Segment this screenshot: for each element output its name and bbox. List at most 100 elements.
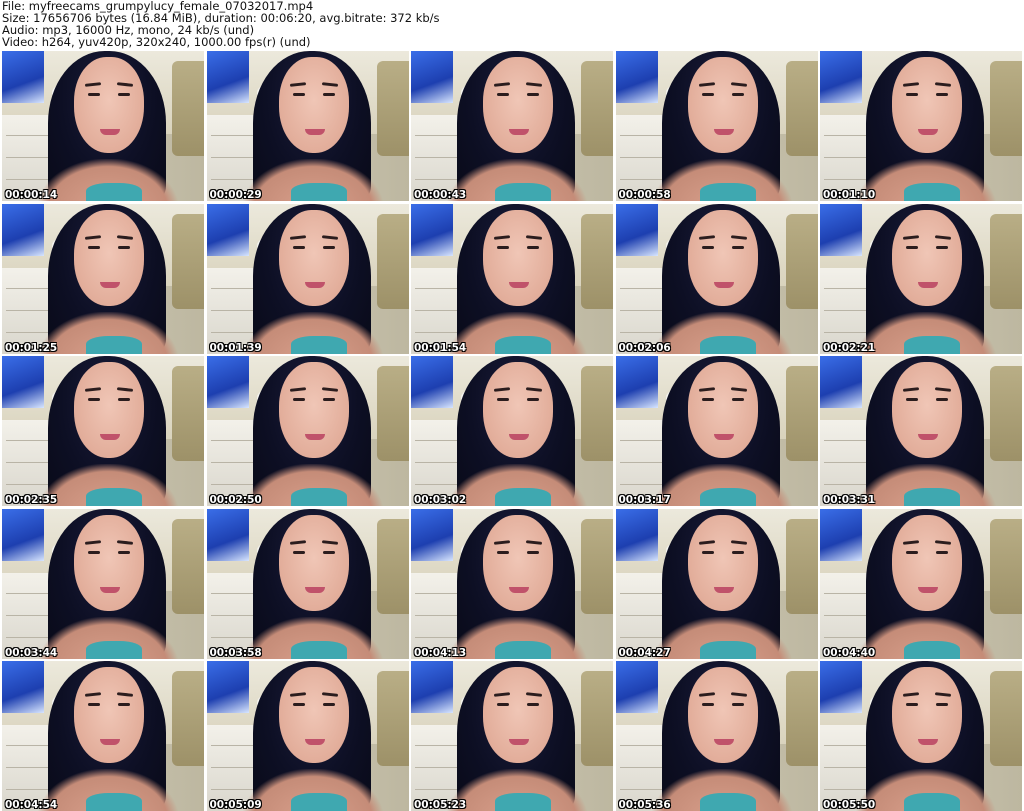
monitor-screen [411,203,453,256]
video-frame-thumbnail[interactable]: 00:00:14 [2,51,204,201]
video-frame-thumbnail[interactable]: 00:05:36 [615,661,818,811]
sofa [172,61,204,156]
eye-left [701,550,714,554]
person-face [483,57,553,153]
video-frame-thumbnail[interactable]: 00:00:43 [411,51,613,201]
monitor-screen [206,356,249,408]
eye-left [906,398,918,401]
monitor-screen [411,356,453,408]
monitor-screen [206,51,249,103]
video-frame-thumbnail[interactable]: 00:03:44 [2,508,204,659]
video-frame-thumbnail[interactable]: 00:03:58 [206,508,409,659]
person-top [699,488,756,506]
video-frame-thumbnail[interactable]: 00:01:39 [206,203,409,354]
sofa [785,671,818,766]
person-face [483,209,553,306]
frame-timestamp: 00:05:50 [823,799,876,811]
video-frame-thumbnail[interactable]: 00:02:21 [820,203,1022,354]
eye-left [906,703,918,706]
video-frame-thumbnail[interactable]: 00:02:50 [206,356,409,506]
video-frame-thumbnail[interactable]: 00:00:58 [615,51,818,201]
frame-timestamp: 00:00:14 [5,189,58,201]
person-top [290,183,347,201]
monitor-screen [820,356,862,408]
person-face [278,514,349,611]
person-face [687,57,758,153]
eye-right [936,245,948,249]
sofa [172,213,204,309]
mouth [100,739,120,745]
person-top [495,488,551,506]
eye-right [527,93,539,96]
eye-right [118,245,130,249]
video-frame-thumbnail[interactable]: 00:01:54 [411,203,613,354]
frame-timestamp: 00:02:21 [823,341,876,354]
person-face [892,209,962,306]
eye-right [322,398,335,401]
sofa [581,671,613,766]
eye-right [731,398,744,401]
person-face [687,667,758,763]
video-frame-thumbnail[interactable]: 00:03:31 [820,356,1022,506]
video-frame-thumbnail[interactable]: 00:04:40 [820,508,1022,659]
eye-right [118,93,130,96]
frame-timestamp: 00:03:02 [414,494,467,506]
eye-left [292,245,305,249]
video-frame-thumbnail[interactable]: 00:01:10 [820,51,1022,201]
person-face [483,362,553,458]
mouth [509,586,529,593]
eye-left [292,703,305,706]
sofa [376,671,409,766]
monitor-screen [206,661,249,713]
eye-right [936,703,948,706]
video-frame-thumbnail[interactable]: 00:02:35 [2,356,204,506]
mouth [100,129,120,135]
frame-timestamp: 00:01:25 [5,341,58,354]
video-frame-thumbnail[interactable]: 00:02:06 [615,203,818,354]
monitor-screen [2,356,44,408]
sofa [990,518,1022,614]
video-frame-thumbnail[interactable]: 00:05:09 [206,661,409,811]
mouth [100,434,120,440]
eye-left [88,93,100,96]
eye-right [118,550,130,554]
video-frame-thumbnail[interactable]: 00:03:17 [615,356,818,506]
video-frame-thumbnail[interactable]: 00:05:23 [411,661,613,811]
eye-left [701,93,714,96]
video-frame-thumbnail[interactable]: 00:05:50 [820,661,1022,811]
sofa [376,518,409,614]
frame-timestamp: 00:04:54 [5,799,58,811]
sofa [785,366,818,461]
person-top [495,640,551,659]
eye-right [322,550,335,554]
video-frame-thumbnail[interactable]: 00:01:25 [2,203,204,354]
frame-timestamp: 00:00:43 [414,189,467,201]
video-frame-thumbnail[interactable]: 00:04:27 [615,508,818,659]
person-face [892,57,962,153]
sofa [581,518,613,614]
eye-left [497,398,509,401]
person-top [904,335,960,354]
thumbnail-grid: 00:00:14 00:00:29 00:00:43 00:00:58 00:01:10… [2,51,1022,811]
frame-timestamp: 00:03:44 [5,646,58,659]
mouth [713,434,734,440]
video-frame-thumbnail[interactable]: 00:00:29 [206,51,409,201]
frame-timestamp: 00:01:39 [209,341,262,354]
video-frame-thumbnail[interactable]: 00:03:02 [411,356,613,506]
frame-timestamp: 00:02:50 [209,494,262,506]
mouth [304,281,325,288]
frame-timestamp: 00:00:29 [209,189,262,201]
mouth [918,129,938,135]
mouth [713,739,734,745]
mouth [304,434,325,440]
eye-left [88,703,100,706]
person-top [86,640,142,659]
person-face [892,362,962,458]
eye-right [527,550,539,554]
video-frame-thumbnail[interactable]: 00:04:54 [2,661,204,811]
frame-timestamp: 00:05:09 [209,799,262,811]
mouth [918,586,938,593]
monitor-screen [615,51,658,103]
video-frame-thumbnail[interactable]: 00:04:13 [411,508,613,659]
person-face [278,362,349,458]
